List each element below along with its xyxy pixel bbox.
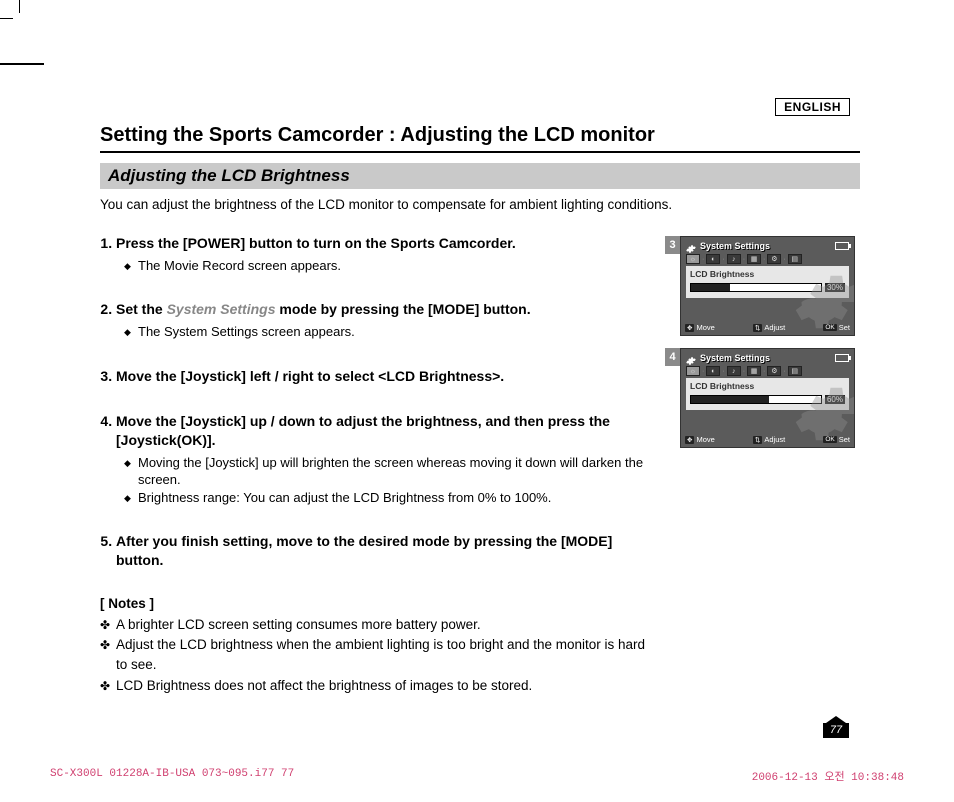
step-sub-item: Brightness range: You can adjust the LCD… <box>124 489 660 507</box>
lcd-adjust-label: Adjust <box>764 435 785 444</box>
page-number-badge: 77 <box>822 716 850 738</box>
steps-list: Press the [POWER] button to turn on the … <box>116 234 660 570</box>
page-title: Setting the Sports Camcorder : Adjusting… <box>100 124 860 153</box>
step-sub-item: The System Settings screen appears. <box>124 323 660 341</box>
gear-icon <box>686 241 696 251</box>
lcd-adjust-label: Adjust <box>764 323 785 332</box>
notes-list: A brighter LCD screen setting consumes m… <box>100 615 660 696</box>
lcd-header: System Settings <box>700 241 831 251</box>
note-item: A brighter LCD screen setting consumes m… <box>100 615 660 635</box>
ok-key-icon: OK <box>823 324 836 331</box>
lcd-header: System Settings <box>700 353 831 363</box>
joystick-icon: ✥ <box>685 324 694 332</box>
crop-mark <box>19 0 20 13</box>
lcd-icon-row: ☼· ◐· ♪· ▦· ⚙· ▤ <box>686 366 849 376</box>
language-badge: ENGLISH <box>775 98 850 116</box>
battery-icon <box>835 354 849 362</box>
intro-text: You can adjust the brightness of the LCD… <box>100 197 860 212</box>
lcd-set-label: Set <box>839 323 850 332</box>
step-item: Set the System Settings mode by pressing… <box>116 300 660 340</box>
step-sub-item: The Movie Record screen appears. <box>124 257 660 275</box>
lcd-screen: 4 System Settings ☼· ◐· ♪· ▦· ⚙· ▤ LCD B… <box>680 348 855 448</box>
adjust-icon: ⇅ <box>753 436 762 444</box>
lcd-move-label: Move <box>696 435 714 444</box>
step-item: Move the [Joystick] left / right to sele… <box>116 367 660 386</box>
step-item: Press the [POWER] button to turn on the … <box>116 234 660 274</box>
footer-right: 2006-12-13 오전 10:38:48 <box>752 768 904 784</box>
ok-key-icon: OK <box>823 436 836 443</box>
print-footer: SC-X300L 01228A-IB-USA 073~095.i77 77 20… <box>50 768 904 784</box>
crop-mark <box>0 63 44 65</box>
note-item: Adjust the LCD brightness when the ambie… <box>100 635 660 676</box>
lcd-set-label: Set <box>839 435 850 444</box>
battery-icon <box>835 242 849 250</box>
step-item: After you finish setting, move to the de… <box>116 532 660 570</box>
note-item: LCD Brightness does not affect the brigh… <box>100 676 660 696</box>
lcd-move-label: Move <box>696 323 714 332</box>
step-tab: 3 <box>665 236 680 254</box>
notes-heading: [ Notes ] <box>100 596 660 611</box>
lcd-screen: 3 System Settings ☼· ◐· ♪· ▦· ⚙· ▤ LCD B… <box>680 236 855 336</box>
adjust-icon: ⇅ <box>753 324 762 332</box>
step-sub-item: Moving the [Joystick] up will brighten t… <box>124 454 660 489</box>
crop-mark <box>0 18 13 19</box>
footer-left: SC-X300L 01228A-IB-USA 073~095.i77 77 <box>50 768 294 784</box>
joystick-icon: ✥ <box>685 436 694 444</box>
step-tab: 4 <box>665 348 680 366</box>
section-subtitle: Adjusting the LCD Brightness <box>100 163 860 189</box>
lcd-screenshots: 3 System Settings ☼· ◐· ♪· ▦· ⚙· ▤ LCD B… <box>680 236 855 460</box>
lcd-icon-row: ☼· ◐· ♪· ▦· ⚙· ▤ <box>686 254 849 264</box>
gear-icon <box>686 353 696 363</box>
step-item: Move the [Joystick] up / down to adjust … <box>116 412 660 506</box>
